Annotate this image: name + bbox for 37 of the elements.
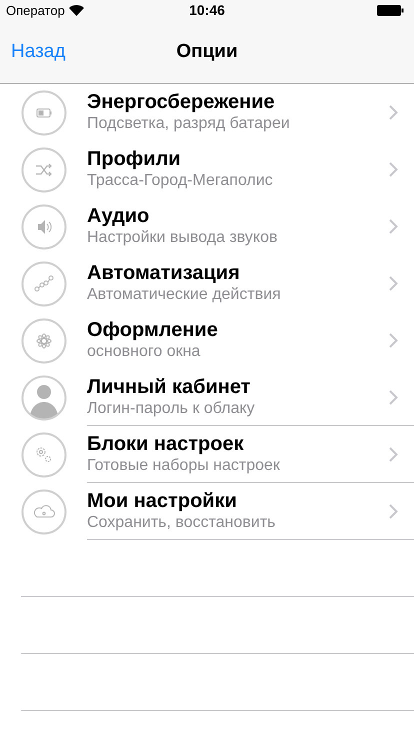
option-title[interactable]: Энергосбережение <box>87 90 389 114</box>
option-subtitle: Сохранить, восстановить <box>87 513 276 533</box>
speaker-icon <box>20 204 66 250</box>
wifi-icon <box>68 4 84 16</box>
chevron-icon <box>389 390 398 404</box>
chevron-icon <box>389 218 398 234</box>
flower-icon <box>20 318 66 364</box>
option-title[interactable]: Личный кабинет <box>87 375 389 399</box>
option-subtitle: Трасса-Город-Мегаполис <box>87 171 274 191</box>
option-subtitle: Логин-пароль к облаку <box>87 399 256 419</box>
chevron-icon <box>389 104 398 120</box>
carrier-name: Оператор <box>6 2 65 18</box>
avatar-icon <box>20 374 66 420</box>
chevron-icon <box>389 332 398 348</box>
screen-title: Опции <box>176 40 238 62</box>
battery-icon <box>377 4 404 16</box>
option-subtitle: Настройки вывода звуков <box>87 228 279 248</box>
chevron-icon <box>389 276 398 290</box>
option-subtitle: Автоматические действия <box>87 285 282 305</box>
battery-icon <box>20 90 66 136</box>
chevron-icon <box>389 504 398 518</box>
chevron-icon <box>389 446 398 462</box>
option-subtitle: Готовые наборы настроек <box>87 456 281 476</box>
option-title[interactable]: Блоки настроек <box>87 432 389 456</box>
cloud-icon <box>20 488 66 534</box>
option-subtitle: основного окна <box>87 342 202 362</box>
nodes-icon <box>20 260 66 306</box>
clock: 10:46 <box>189 2 225 18</box>
shuffle-icon <box>20 146 66 192</box>
option-title[interactable]: Оформление <box>87 318 389 342</box>
option-title[interactable]: Профили <box>87 147 389 171</box>
chevron-icon <box>389 162 398 176</box>
option-title[interactable]: Мои настройки <box>87 489 389 513</box>
option-title[interactable]: Автоматизация <box>87 261 389 285</box>
option-subtitle: Подсветка, разряд батареи <box>87 114 291 134</box>
option-title[interactable]: Аудио <box>87 204 389 228</box>
gears-icon <box>20 432 66 478</box>
